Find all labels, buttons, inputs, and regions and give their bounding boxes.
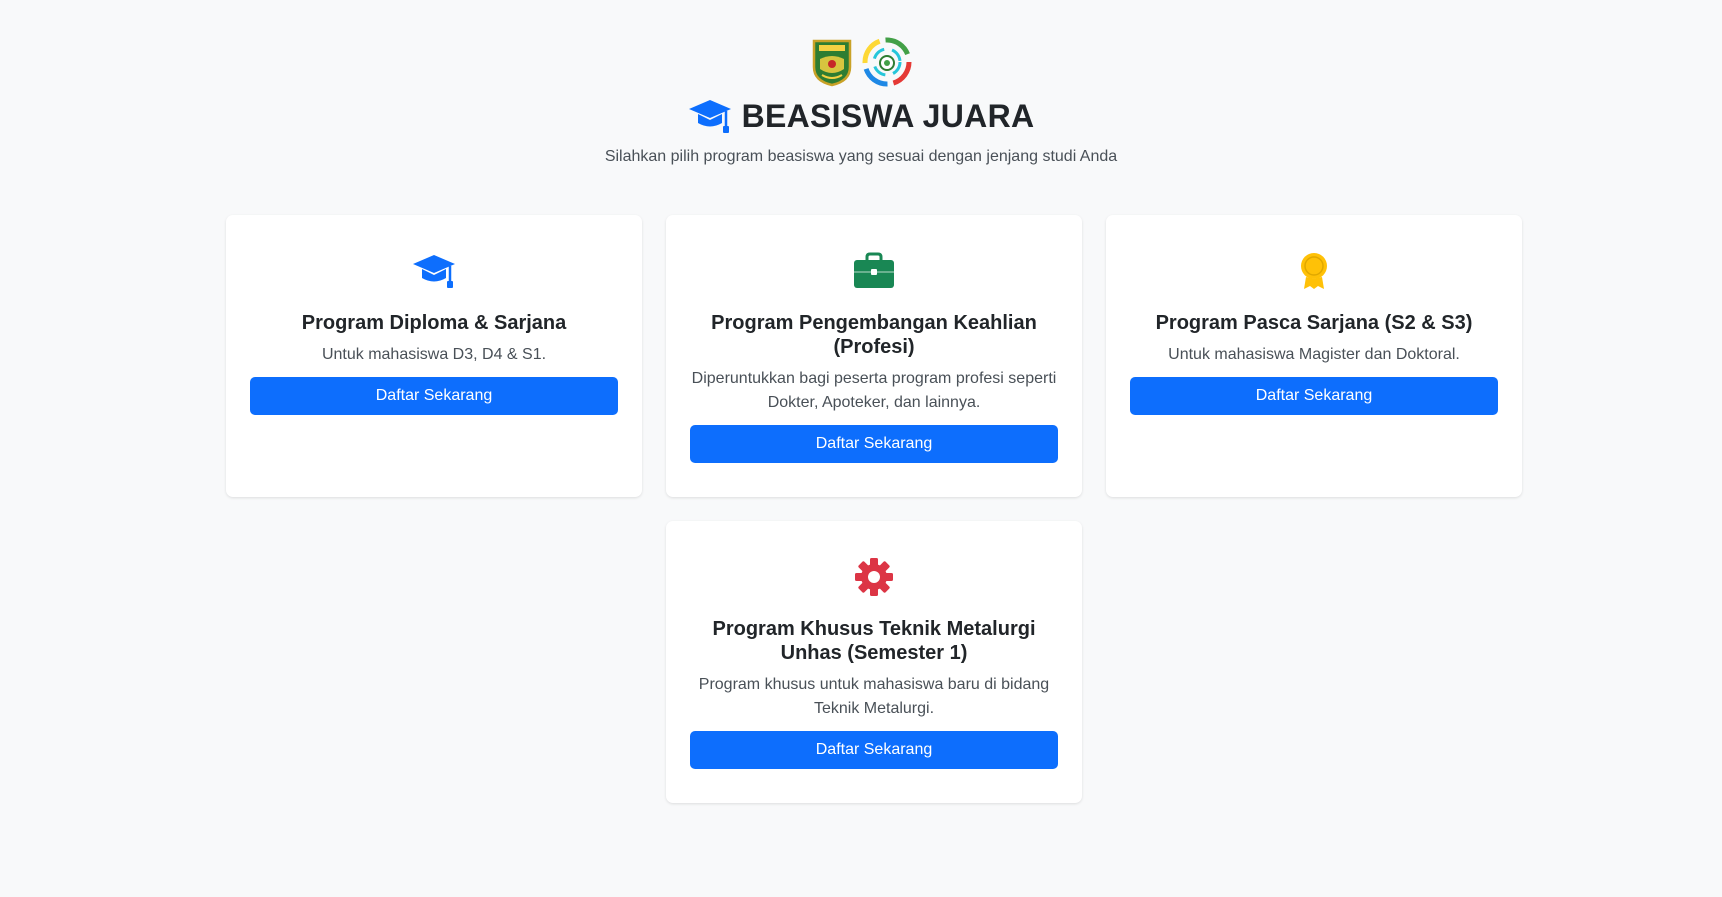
card-title: Program Khusus Teknik Metalurgi Unhas (S… bbox=[712, 618, 1036, 664]
card-description: Untuk mahasiswa D3, D4 & S1. bbox=[321, 346, 547, 363]
page-subtitle: Silahkan pilih program beasiswa yang ses… bbox=[604, 148, 1118, 165]
card-title: Program Diploma & Sarjana bbox=[301, 312, 567, 334]
register-button-profesi[interactable]: Daftar Sekarang bbox=[690, 425, 1058, 463]
regional-crest-logo bbox=[812, 39, 852, 87]
register-button-pasca-sarjana[interactable]: Daftar Sekarang bbox=[1130, 377, 1498, 415]
card-description: Program khusus untuk mahasiswa baru di b… bbox=[698, 676, 1050, 717]
register-button-diploma-sarjana[interactable]: Daftar Sekarang bbox=[250, 377, 618, 415]
graduation-cap-icon bbox=[688, 100, 731, 133]
award-icon bbox=[1301, 253, 1327, 289]
program-card-teknik-metalurgi: Program Khusus Teknik Metalurgi Unhas (S… bbox=[666, 521, 1082, 803]
card-title: Program Pengembangan Keahlian (Profesi) bbox=[711, 312, 1037, 358]
program-card-profesi: Program Pengembangan Keahlian (Profesi) … bbox=[666, 215, 1082, 497]
register-button-teknik-metalurgi[interactable]: Daftar Sekarang bbox=[690, 731, 1058, 769]
graduation-cap-icon bbox=[413, 255, 455, 288]
page-header: BEASISWA JUARA Silahkan pilih program be… bbox=[0, 36, 1722, 166]
program-card-grid: Program Diploma & Sarjana Untuk mahasisw… bbox=[226, 215, 1522, 803]
card-title: Program Pasca Sarjana (S2 & S3) bbox=[1155, 312, 1473, 334]
briefcase-icon bbox=[854, 252, 894, 288]
title-row: BEASISWA JUARA bbox=[0, 94, 1722, 138]
logo-group bbox=[0, 36, 1722, 88]
page-title: BEASISWA JUARA bbox=[741, 97, 1035, 134]
program-card-diploma-sarjana: Program Diploma & Sarjana Untuk mahasisw… bbox=[226, 215, 642, 497]
card-description: Untuk mahasiswa Magister dan Doktoral. bbox=[1168, 346, 1460, 363]
card-description: Diperuntukkan bagi peserta program profe… bbox=[691, 370, 1057, 411]
program-swirl-logo bbox=[862, 37, 912, 87]
program-card-pasca-sarjana: Program Pasca Sarjana (S2 & S3) Untuk ma… bbox=[1106, 215, 1522, 497]
gear-icon bbox=[855, 558, 893, 596]
